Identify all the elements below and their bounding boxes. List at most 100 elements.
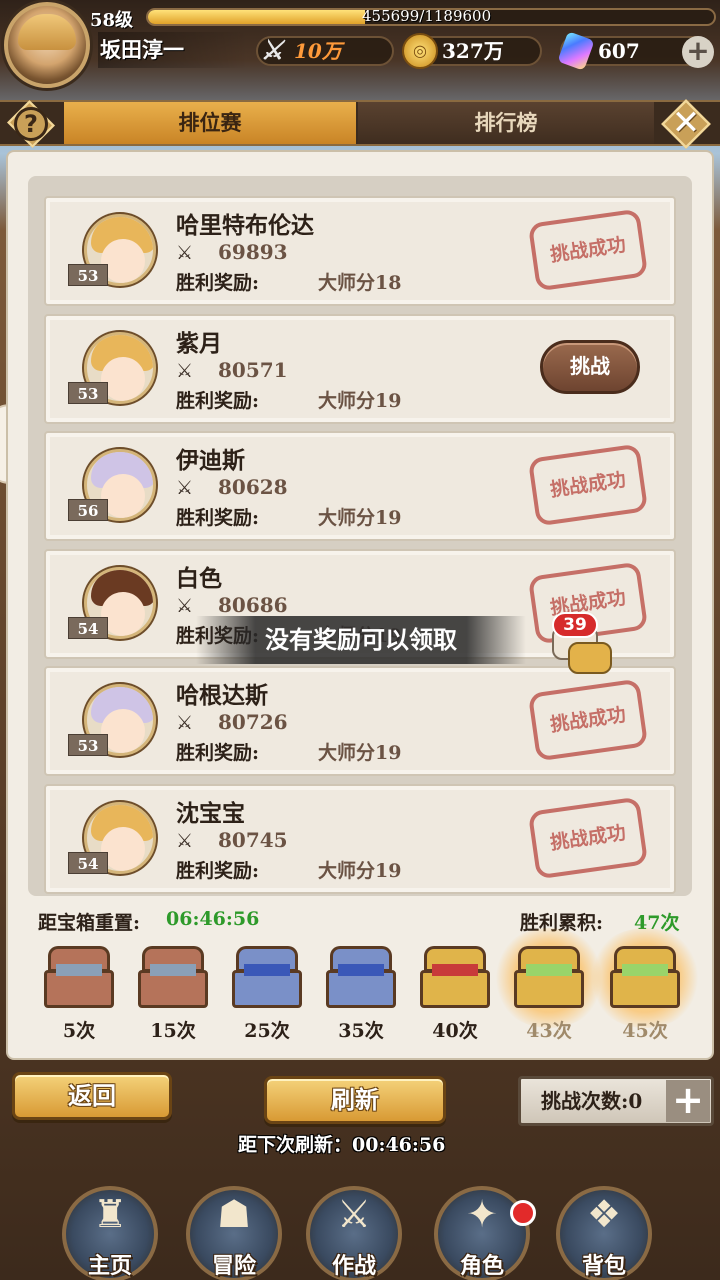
reward-value: 大师分18 <box>318 272 402 294</box>
chest-threshold-label: 43次 <box>526 1020 572 1042</box>
opponent-level: 54 <box>68 616 108 639</box>
chest-threshold-label: 45次 <box>622 1020 668 1042</box>
nav-label: 冒险 <box>211 1253 256 1279</box>
chest-threshold-label: 25次 <box>244 1020 290 1042</box>
crossed-swords-icon: ⚔ <box>176 712 194 734</box>
opponent-name: 沈宝宝 <box>176 799 245 827</box>
opponent-power: 80745 <box>218 827 288 852</box>
opponent-card: 53 紫月 ⚔ 80571 胜利奖励: 大师分19 挑战 <box>44 313 676 424</box>
gem-value: 607 <box>598 39 640 63</box>
opponent-card: 53 哈里特布伦达 ⚔ 69893 胜利奖励: 大师分18 挑战成功 <box>44 196 676 306</box>
add-challenge-button[interactable]: + <box>666 1080 710 1122</box>
power-value: 10万 <box>294 39 342 63</box>
back-button[interactable]: 返回 <box>12 1072 172 1120</box>
reward-value: 大师分19 <box>318 389 402 412</box>
opponent-card: 56 伊迪斯 ⚔ 80628 胜利奖励: 大师分19 挑战成功 <box>44 431 676 541</box>
reward-value: 大师分19 <box>318 859 402 882</box>
chest-contents <box>56 964 102 976</box>
crossed-swords-icon: ⚔ <box>260 36 284 66</box>
chest-reset-timer: 06:46:56 <box>166 908 260 930</box>
challenge-success-stamp: 挑战成功 <box>527 678 649 762</box>
gold-value: 327万 <box>442 39 504 63</box>
reward-chest[interactable] <box>42 946 116 1010</box>
nav-label: 作战 <box>331 1253 376 1279</box>
player-name: 坂田淳一 <box>98 32 248 68</box>
toast-message: 没有奖励可以领取 <box>196 616 526 664</box>
reward-label: 胜利奖励: <box>176 389 260 412</box>
opponent-level: 54 <box>68 851 108 874</box>
opponent-power: 80571 <box>218 357 288 382</box>
opponent-card: 53 哈根达斯 ⚔ 80726 胜利奖励: 大师分19 挑战成功 <box>44 666 676 776</box>
reward-chest[interactable] <box>588 928 702 1028</box>
tab-leaderboard[interactable]: 排行榜 <box>358 102 654 144</box>
reward-chest[interactable] <box>324 946 398 1010</box>
chest-contents <box>526 964 572 976</box>
nav-icon: ♜ <box>92 1192 128 1236</box>
opponent-name: 哈里特布伦达 <box>176 212 314 239</box>
xp-bar-fill <box>148 10 365 24</box>
chest-threshold-label: 40次 <box>432 1020 478 1042</box>
reward-chest[interactable] <box>492 928 606 1028</box>
refresh-button[interactable]: 刷新 <box>264 1076 446 1124</box>
opponent-level: 53 <box>68 381 108 404</box>
player-level: 58级 <box>90 10 134 31</box>
nav-label: 角色 <box>459 1253 504 1279</box>
crossed-swords-icon: ⚔ <box>176 594 194 617</box>
main-panel: 53 哈里特布伦达 ⚔ 69893 胜利奖励: 大师分18 挑战成功 53 紫月 ⚔ 80571 胜利… <box>8 152 712 1058</box>
reward-value: 大师分19 <box>318 742 402 764</box>
reward-label: 胜利奖励: <box>176 272 260 294</box>
reward-chest[interactable] <box>136 946 210 1010</box>
chest-threshold-label: 5次 <box>62 1020 96 1042</box>
player-avatar[interactable] <box>4 2 90 88</box>
challenge-success-stamp: 挑战成功 <box>527 443 649 527</box>
reward-label: 胜利奖励: <box>176 859 260 882</box>
opponent-level: 56 <box>68 499 108 521</box>
gold-coin-icon: ◎ <box>402 33 438 69</box>
help-icon[interactable]: ? <box>14 107 48 141</box>
chat-bubble-front <box>568 642 612 674</box>
challenge-success-stamp: 挑战成功 <box>527 796 649 879</box>
chest-threshold-label: 15次 <box>150 1020 196 1042</box>
xp-text: 455699/1189600 <box>362 7 492 25</box>
nav-icon: ⚔ <box>336 1192 372 1236</box>
chest-contents <box>432 964 478 976</box>
chest-contents <box>244 964 290 976</box>
reward-label: 胜利奖励: <box>176 742 260 764</box>
gold-display: ◎ 327万 <box>402 33 542 69</box>
nav-label: 背包 <box>581 1253 626 1279</box>
chest-threshold-label: 35次 <box>338 1020 384 1042</box>
tab-ranked-match[interactable]: 排位赛 <box>64 102 356 144</box>
chest-contents <box>622 964 668 976</box>
opponent-power: 80686 <box>218 592 288 617</box>
nav-label: 主页 <box>87 1253 132 1279</box>
crossed-swords-icon: ⚔ <box>176 242 194 264</box>
character-notification-dot <box>510 1200 536 1226</box>
opponent-power: 80726 <box>218 710 288 734</box>
opponent-card: 54 沈宝宝 ⚔ 80745 胜利奖励: 大师分19 挑战成功 <box>44 783 676 894</box>
chest-contents <box>150 964 196 976</box>
challenge-success-stamp: 挑战成功 <box>527 208 649 292</box>
opponent-name: 伊迪斯 <box>176 447 245 474</box>
reward-chest[interactable] <box>418 946 492 1010</box>
chest-contents <box>338 964 384 976</box>
chat-unread-badge: 39 <box>552 612 598 638</box>
opponent-level: 53 <box>68 734 108 756</box>
reward-label: 胜利奖励: <box>176 507 260 529</box>
crossed-swords-icon: ⚔ <box>176 829 194 852</box>
close-icon[interactable]: ✕ <box>664 100 708 146</box>
nav-icon: ☗ <box>216 1192 252 1236</box>
opponent-power: 80628 <box>218 475 288 499</box>
crossed-swords-icon: ⚔ <box>176 477 194 499</box>
opponent-list: 53 哈里特布伦达 ⚔ 69893 胜利奖励: 大师分18 挑战成功 53 紫月 ⚔ 80571 胜利… <box>28 176 692 896</box>
opponent-power: 69893 <box>218 240 288 264</box>
reward-chest[interactable] <box>230 946 304 1010</box>
nav-icon: ❖ <box>586 1192 622 1236</box>
crossed-swords-icon: ⚔ <box>176 359 194 382</box>
avatar-hair <box>18 14 76 50</box>
reward-value: 大师分19 <box>318 507 402 529</box>
chest-reset-label: 距宝箱重置: <box>38 912 141 934</box>
challenge-button[interactable]: 挑战 <box>540 339 640 394</box>
power-display: ⚔ 10万 <box>256 36 394 66</box>
add-gems-button[interactable]: + <box>682 36 714 68</box>
opponent-level: 53 <box>68 264 108 286</box>
